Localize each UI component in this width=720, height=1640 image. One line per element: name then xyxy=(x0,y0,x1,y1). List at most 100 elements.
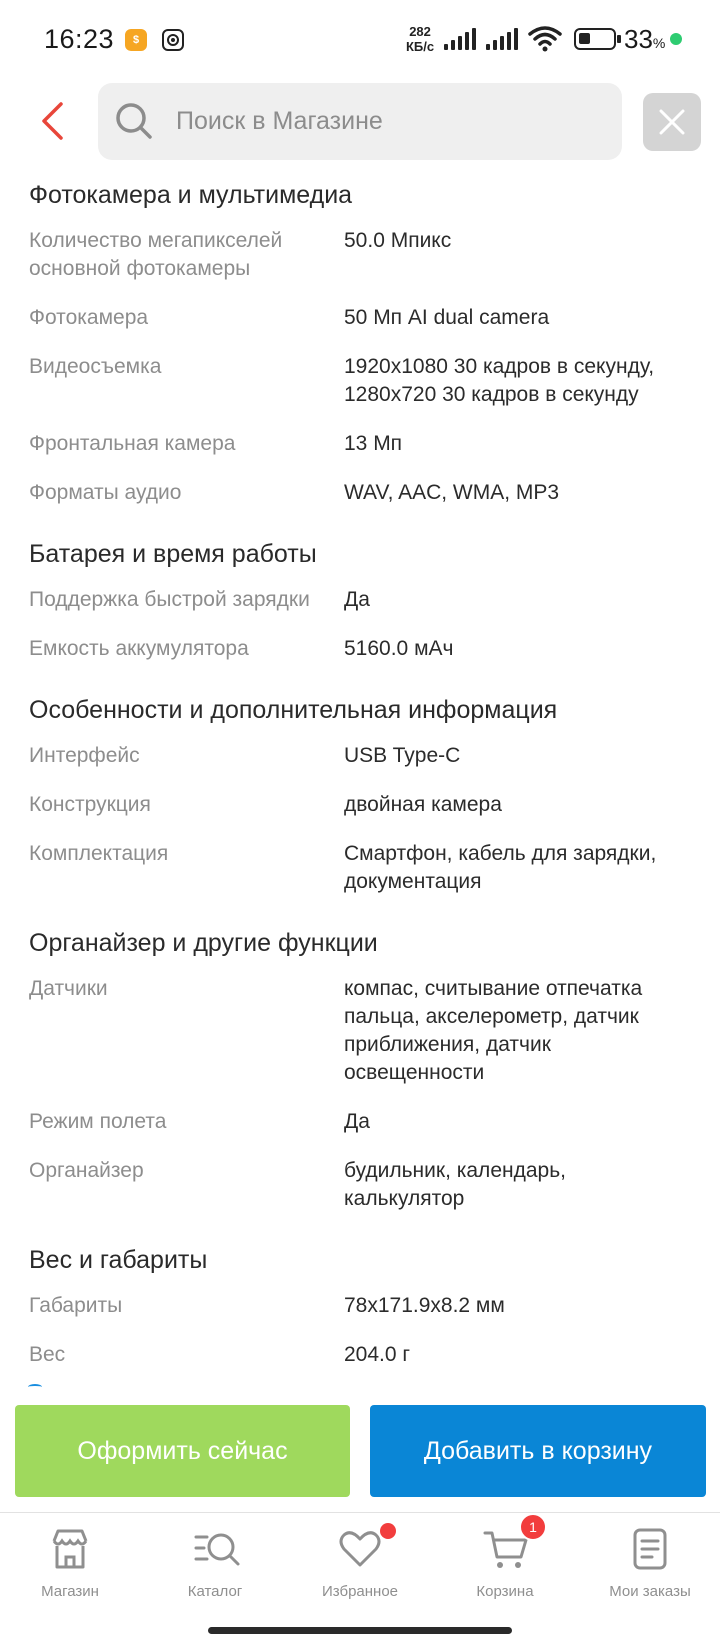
section-title: Органайзер и другие функции xyxy=(29,929,378,957)
battery-percent: 33% xyxy=(624,24,665,55)
back-button[interactable] xyxy=(30,96,74,146)
store-icon xyxy=(48,1527,92,1571)
charging-dot-icon xyxy=(670,33,682,45)
spec-row: Габариты 78x171.9x8.2 мм xyxy=(29,1289,691,1338)
spec-value: 78x171.9x8.2 мм xyxy=(344,1294,505,1317)
spec-row: Комплектация Смартфон, кабель для зарядки… xyxy=(29,837,691,914)
spec-value: будильник, календарь, калькулятор xyxy=(344,1159,566,1210)
spec-value: 1920x1080 30 кадров в секунду, 1280x720 … xyxy=(344,355,655,406)
nav-label: Мои заказы xyxy=(609,1583,691,1600)
spec-label: Режим полета xyxy=(29,1110,167,1133)
spec-row: Форматы аудио WAV, AAC, WMA, MP3 xyxy=(29,476,691,525)
spec-value: компас, считывание отпечатка пальца, акс… xyxy=(344,977,643,1084)
section-title: Фотокамера и мультимедиа xyxy=(29,181,353,209)
network-speed-unit: КБ/с xyxy=(406,39,435,54)
spec-value: Да xyxy=(344,1110,370,1133)
spec-label: Емкость аккумулятора xyxy=(29,637,249,660)
spec-row: Фотокамера 50 Мп AI dual camera xyxy=(29,301,691,350)
spec-row: Органайзер будильник, календарь, калькуля… xyxy=(29,1154,691,1231)
section-title: Вес и габариты xyxy=(29,1246,208,1274)
heart-icon xyxy=(338,1523,396,1571)
spec-label: Вес xyxy=(29,1343,66,1366)
header xyxy=(0,80,720,166)
spec-label: Фронтальная камера xyxy=(29,432,236,455)
signal-icon xyxy=(486,28,518,50)
orders-icon xyxy=(628,1527,672,1571)
spec-row: Фронтальная камера 13 Мп xyxy=(29,427,691,476)
spec-value: Смартфон, кабель для зарядки, документац… xyxy=(344,842,657,893)
spec-label: Габариты xyxy=(29,1294,123,1317)
nav-label: Магазин xyxy=(41,1583,99,1600)
home-indicator[interactable] xyxy=(208,1627,512,1634)
network-speed-value: 282 xyxy=(409,24,431,39)
spec-section: Органайзер и другие функции Датчики компас… xyxy=(0,914,720,1231)
notification-app-icon: $ xyxy=(125,29,147,51)
nav-label: Корзина xyxy=(476,1583,534,1600)
spec-row: Режим полета Да xyxy=(29,1105,691,1154)
action-bar: Оформить сейчас Добавить в корзину xyxy=(0,1390,720,1512)
spec-row: Видеосъемка 1920x1080 30 кадров в секунду… xyxy=(29,350,691,427)
nav-label: Каталог xyxy=(187,1583,243,1600)
spec-value: 50 Мп AI dual camera xyxy=(344,306,550,329)
spec-value: Да xyxy=(344,588,370,611)
battery-level-fill xyxy=(579,33,590,44)
status-bar: 16:23 $ 282 КБ/с 33% xyxy=(0,0,720,80)
spec-section: Особенности и дополнительная информация И… xyxy=(0,681,720,914)
status-time: 16:23 xyxy=(44,24,115,54)
section-title: Особенности и дополнительная информация xyxy=(29,696,558,724)
catalog-search-icon xyxy=(193,1527,240,1571)
spec-label: Датчики xyxy=(29,977,108,1000)
nav-item-store[interactable]: Магазин xyxy=(0,1527,140,1617)
spec-section: Вес и габариты Габариты 78x171.9x8.2 мм Вес… xyxy=(0,1231,720,1387)
buy-now-button[interactable]: Оформить сейчас xyxy=(15,1405,350,1497)
nav-item-favorites[interactable]: Избранное xyxy=(290,1523,430,1617)
spec-value: 5160.0 мАч xyxy=(344,637,454,660)
bottom-nav: Магазин Каталог Избранное 1 Корзина Мои … xyxy=(0,1512,720,1640)
spec-value: 204.0 г xyxy=(344,1343,411,1366)
spec-row: Конструкция двойная камера xyxy=(29,788,691,837)
search-input[interactable] xyxy=(176,83,606,160)
battery-percent-sign: % xyxy=(652,35,666,51)
nav-item-orders[interactable]: Мои заказы xyxy=(580,1527,720,1617)
spec-row: Емкость аккумулятора 5160.0 мАч xyxy=(29,632,691,681)
spec-label: Количество мегапикселей основной фотокам… xyxy=(29,229,283,280)
spec-label: Органайзер xyxy=(29,1159,144,1182)
spec-label: Поддержка быстрой зарядки xyxy=(29,588,310,611)
search-box[interactable] xyxy=(98,83,622,160)
spec-row: Интерфейс USB Type-C xyxy=(29,739,691,788)
spec-label: Видеосъемка xyxy=(29,355,162,378)
nav-item-catalog[interactable]: Каталог xyxy=(145,1527,285,1617)
spec-value: USB Type-C xyxy=(344,744,461,767)
signal-icon xyxy=(444,28,476,50)
close-button[interactable] xyxy=(643,93,701,151)
close-icon xyxy=(659,109,685,135)
spec-row: Вес 204.0 г xyxy=(29,1338,691,1387)
nav-label: Избранное xyxy=(321,1583,399,1600)
wifi-icon xyxy=(528,24,562,57)
spec-row: Датчики компас, считывание отпечатка паль… xyxy=(29,972,691,1105)
spec-value: WAV, AAC, WMA, MP3 xyxy=(344,481,560,504)
spec-label: Конструкция xyxy=(29,793,151,816)
spec-value: 13 Мп xyxy=(344,432,403,455)
section-title: Батарея и время работы xyxy=(29,540,317,568)
spec-label: Форматы аудио xyxy=(29,481,182,504)
spec-section: Батарея и время работы Поддержка быстрой … xyxy=(0,525,720,681)
spec-value: двойная камера xyxy=(344,793,502,816)
spec-value: 50.0 Мпикс xyxy=(344,229,452,252)
cart-count-badge: 1 xyxy=(519,1513,547,1541)
spec-label: Комплектация xyxy=(29,842,169,865)
chevron-left-icon xyxy=(42,102,63,140)
cart-icon: 1 xyxy=(483,1513,547,1571)
notification-dot xyxy=(380,1523,396,1539)
spec-label: Интерфейс xyxy=(29,744,140,767)
add-to-cart-button[interactable]: Добавить в корзину xyxy=(370,1405,706,1497)
network-speed: 282 КБ/с xyxy=(406,24,434,54)
search-icon xyxy=(116,103,152,139)
spec-label: Фотокамера xyxy=(29,306,149,329)
notification-game-icon xyxy=(162,29,184,51)
spec-section: Фотокамера и мультимедиа Количество мегап… xyxy=(0,166,720,525)
battery-percent-value: 33 xyxy=(624,24,653,54)
spec-row: Количество мегапикселей основной фотокам… xyxy=(29,224,691,301)
spec-list[interactable]: Фотокамера и мультимедиа Количество мегап… xyxy=(0,166,720,1390)
nav-item-cart[interactable]: 1 Корзина xyxy=(435,1513,575,1617)
